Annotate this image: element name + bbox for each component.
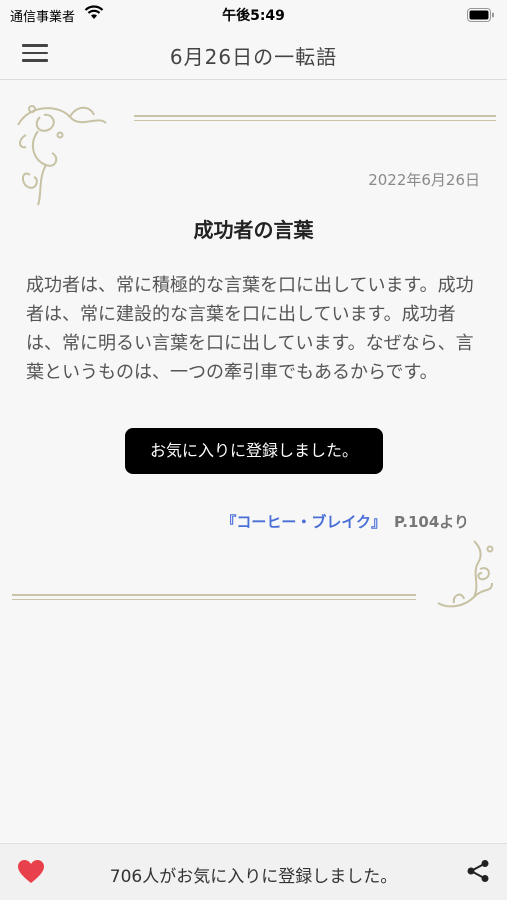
corner-ornament-bottom-icon — [434, 539, 496, 615]
status-bar: 通信事業者 午後5:49 — [0, 0, 507, 28]
article-content: 2022年6月26日 成功者の言葉 成功者は、常に積極的な言葉を口に出しています… — [0, 81, 507, 843]
page-title: 6月26日の一転語 — [169, 45, 338, 69]
battery-icon — [467, 7, 495, 26]
corner-ornament-icon — [10, 95, 110, 214]
source-citation: 『コーヒー・ブレイク』 P.104より — [221, 511, 469, 532]
navigation-bar: 6月26日の一転語 — [0, 28, 507, 80]
share-icon[interactable] — [466, 859, 490, 887]
decorative-rule-bottom — [12, 594, 416, 602]
toast-notification: お気に入りに登録しました。 — [125, 428, 383, 474]
article-title: 成功者の言葉 — [193, 218, 314, 242]
article-date: 2022年6月26日 — [368, 171, 480, 189]
article-body: 成功者は、常に積極的な言葉を口に出しています。成功者は、常に建設的な言葉を口に出… — [26, 275, 474, 383]
decorative-rule — [134, 115, 496, 123]
favorite-count-text: 706人がお気に入りに登録しました。 — [109, 867, 398, 887]
source-book-link[interactable]: 『コーヒー・ブレイク』 — [221, 513, 386, 531]
status-clock: 午後5:49 — [222, 8, 285, 24]
source-page: P.104より — [394, 513, 469, 531]
bottom-bar: 706人がお気に入りに登録しました。 — [0, 843, 507, 900]
